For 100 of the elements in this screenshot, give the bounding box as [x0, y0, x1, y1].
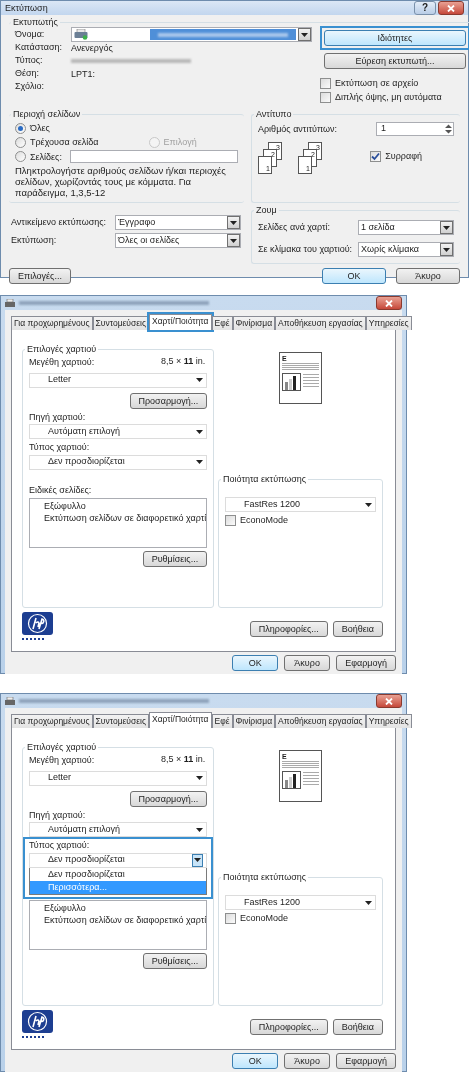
checkbox[interactable] — [370, 150, 382, 162]
tab[interactable]: Χαρτί/Ποιότητα — [149, 712, 212, 728]
settings-button[interactable]: Ρυθμίσεις... — [142, 952, 208, 969]
dialog-button[interactable]: Εφαρμογή — [336, 1053, 396, 1069]
properties-button[interactable]: Εύρεση εκτυπωτή... — [324, 53, 466, 69]
printer-icon — [5, 696, 15, 706]
radio-label: Όλες — [30, 122, 50, 134]
special-pages-list[interactable]: Εξώφυλλο Εκτύπωση σελίδων σε διαφορετικό χαρτί — [29, 498, 208, 548]
customize-button[interactable]: Προσαρμογή... — [129, 790, 208, 807]
list-item: Εκτύπωση σελίδων σε διαφορετικό χαρτί — [44, 913, 207, 926]
dropdown[interactable]: Αυτόματη επιλογή — [29, 822, 208, 837]
radio-button[interactable] — [15, 122, 26, 134]
dropdown[interactable]: Αυτόματη επιλογή — [29, 424, 208, 439]
tab[interactable]: Αποθήκευση εργασίας — [275, 316, 366, 330]
printer-dropdown[interactable] — [71, 27, 312, 42]
checkbox[interactable] — [320, 77, 331, 89]
properties-button[interactable]: Ιδιότητες — [324, 30, 466, 46]
dialog-button[interactable]: Βοήθεια — [332, 621, 383, 637]
dialog-button[interactable]: Πληροφορίες... — [249, 1019, 328, 1035]
tab[interactable]: Εφέ — [211, 316, 233, 330]
field-label: Όνομα: — [15, 28, 45, 39]
checkbox-label: EconoMode — [240, 514, 289, 526]
tab[interactable]: Εφέ — [211, 714, 233, 728]
tab[interactable]: Για προχωρημένους — [11, 714, 93, 728]
dialog-button[interactable]: Άκυρο — [284, 1053, 331, 1069]
spinner-arrows-icon — [444, 123, 453, 135]
dropdown-option[interactable]: Δεν προσδιορίζεται — [30, 867, 207, 881]
close-icon — [385, 299, 393, 307]
dropdown[interactable]: Έγγραφο — [115, 215, 241, 230]
dropdown[interactable]: Χωρίς κλίμακα — [358, 242, 454, 257]
group-label: Επιλογές χαρτιού — [26, 742, 98, 753]
special-pages-list[interactable]: Εξώφυλλο Εκτύπωση σελίδων σε διαφορετικό χαρτί — [29, 899, 208, 950]
field-label: Κατάσταση: — [15, 41, 62, 52]
radio-button[interactable] — [15, 151, 26, 162]
close-button[interactable] — [376, 694, 402, 708]
printer-icon — [5, 298, 15, 308]
close-button[interactable] — [438, 1, 464, 15]
group-label: Περιοχή σελίδων — [12, 109, 82, 120]
tab[interactable]: Φινίρισμα — [232, 316, 276, 330]
dialog-button[interactable]: OK — [322, 268, 386, 284]
field-value: Ανενεργός — [71, 41, 113, 54]
dropdown[interactable]: Letter — [29, 372, 208, 388]
tab[interactable]: Αποθήκευση εργασίας — [275, 714, 366, 728]
dropdown[interactable]: Όλες οι σελίδες — [115, 233, 241, 248]
caret-icon — [196, 776, 204, 780]
tab[interactable]: Συντομεύσεις — [92, 714, 149, 728]
caret-icon — [196, 460, 204, 464]
tab[interactable]: Φινίρισμα — [232, 714, 276, 728]
field-label: Τύπος χαρτιού: — [29, 840, 90, 850]
settings-button[interactable]: Ρυθμίσεις... — [142, 551, 208, 567]
dropdown[interactable]: Letter — [29, 770, 208, 786]
checkbox-label: Συρραφή — [385, 150, 422, 162]
pages-input[interactable] — [69, 150, 238, 163]
field-label: Μεγέθη χαρτιού: — [29, 753, 95, 766]
checkbox[interactable] — [225, 912, 236, 924]
dialog-button[interactable]: Βοήθεια — [332, 1019, 383, 1035]
radio-button[interactable] — [15, 136, 26, 148]
tab[interactable]: Υπηρεσίες — [365, 316, 412, 330]
close-button[interactable] — [376, 296, 402, 310]
group-label: Ποιότητα εκτύπωσης — [222, 474, 308, 485]
dialog-button[interactable]: Άκυρο — [396, 268, 460, 284]
field-label: Πηγή χαρτιού: — [29, 809, 86, 820]
copies-spinner[interactable]: 1 — [376, 122, 454, 136]
help-button[interactable]: ? — [414, 1, 436, 15]
field-label: Πηγή χαρτιού: — [29, 411, 86, 422]
field-value: LPT1: — [71, 67, 95, 80]
dialog-button[interactable]: Εφαρμογή — [336, 655, 396, 671]
tab[interactable]: Συντομεύσεις — [92, 316, 149, 330]
hint-text: Πληκτρολογήστε αριθμούς σελίδων ή/και περιοχές σελίδων, χωρίζοντάς τους με κόμματα. Για παράδειγμα, 1,3,5-12 — [15, 165, 227, 198]
dropdown[interactable]: 1 σελίδα — [358, 220, 454, 235]
options-button[interactable]: Επιλογές... — [9, 268, 71, 284]
group-label: Αντίτυπο — [255, 109, 293, 120]
field-label: Θέση: — [15, 67, 40, 78]
caret-icon — [365, 900, 372, 905]
caret-icon — [196, 378, 204, 382]
checkbox[interactable] — [225, 514, 236, 526]
checkbox-label: Διπλής όψης, μη αυτόματα — [335, 91, 442, 103]
caret-icon — [443, 225, 450, 230]
tab[interactable]: Χαρτί/Ποιότητα — [149, 314, 212, 330]
dropdown[interactable]: Δεν προσδιορίζεται — [29, 852, 208, 868]
dialog-button[interactable]: Άκυρο — [284, 655, 331, 671]
checkbox-label: EconoMode — [240, 912, 289, 924]
dropdown[interactable]: Δεν προσδιορίζεται — [29, 454, 208, 470]
close-icon — [385, 697, 393, 705]
tab[interactable]: Υπηρεσίες — [365, 714, 412, 728]
checkbox[interactable] — [320, 91, 331, 103]
field-label: Σε κλίμακα του χαρτιού: — [258, 243, 353, 254]
list-item: Εξώφυλλο — [44, 500, 87, 512]
tab[interactable]: Για προχωρημένους — [11, 316, 93, 330]
customize-button[interactable]: Προσαρμογή... — [129, 392, 208, 409]
caret-icon — [194, 858, 202, 862]
dropdown[interactable]: FastRes 1200 — [225, 895, 376, 910]
dialog-button[interactable]: OK — [232, 655, 279, 671]
dialog-button[interactable]: OK — [232, 1053, 279, 1069]
caret-icon — [230, 220, 237, 225]
group-label: Επιλογές χαρτιού — [26, 344, 98, 355]
field-label: Εκτύπωση: — [11, 234, 57, 245]
dropdown[interactable]: FastRes 1200 — [225, 497, 376, 512]
logo-icon — [22, 1010, 53, 1033]
dialog-button[interactable]: Πληροφορίες... — [249, 621, 328, 637]
